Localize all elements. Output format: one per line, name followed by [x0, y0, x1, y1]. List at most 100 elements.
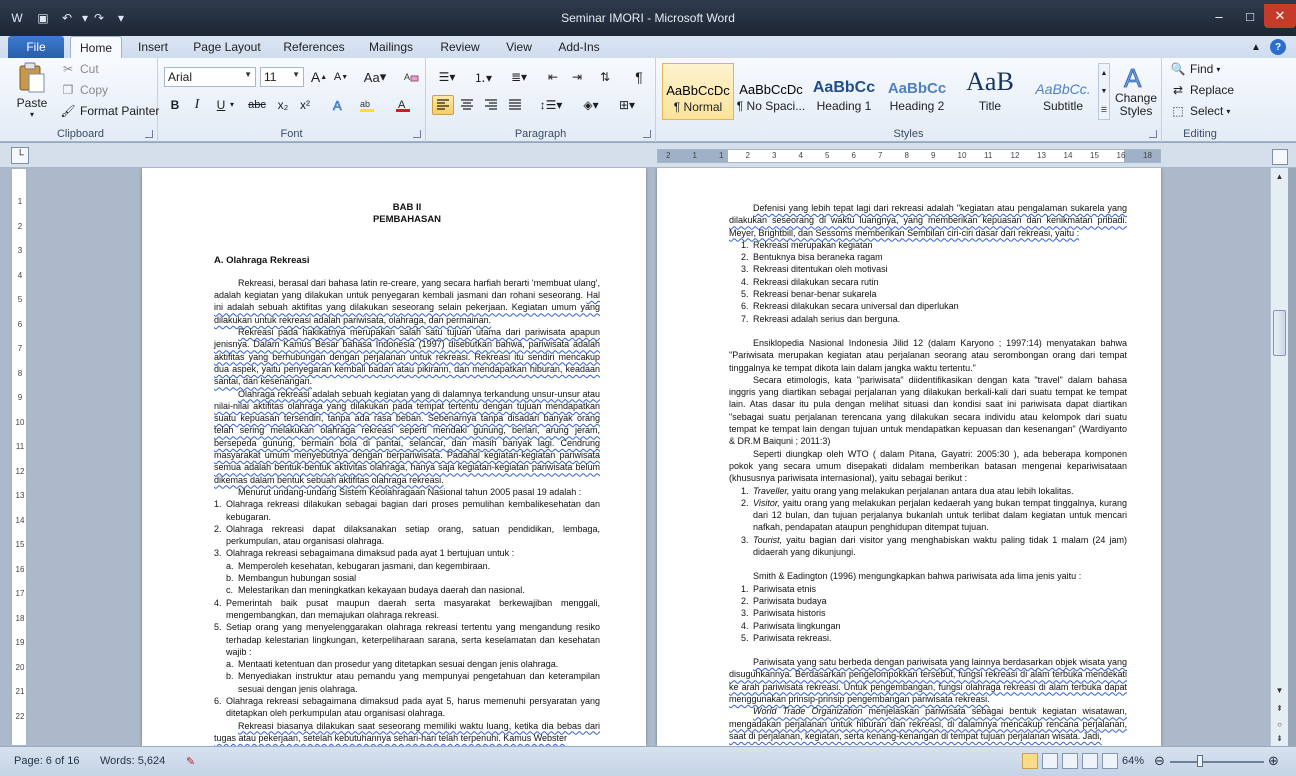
- strikethrough-button[interactable]: abc: [244, 95, 270, 115]
- list-text: Rekreasi ditentukan oleh motivasi: [753, 263, 1127, 275]
- format-painter-button[interactable]: 🖌 Format Painter: [60, 104, 159, 118]
- font-name-combo[interactable]: Arial ▼: [164, 67, 256, 87]
- line-spacing-icon[interactable]: ↕☰▾: [536, 95, 566, 115]
- zoom-slider[interactable]: [1170, 761, 1264, 763]
- font-size-value: 11: [264, 70, 277, 84]
- document-page[interactable]: BAB II PEMBAHASAN A. Olahraga Rekreasi R…: [142, 168, 646, 746]
- scroll-down-icon[interactable]: ▼: [1271, 682, 1288, 698]
- more-styles-icon[interactable]: ☰: [1101, 106, 1107, 114]
- minimize-button[interactable]: –: [1202, 4, 1236, 28]
- ruler-tick: 10: [957, 151, 967, 160]
- draft-icon[interactable]: [1102, 753, 1118, 769]
- horizontal-ruler[interactable]: 2 1 1 2 3 4 5 6 7 8 9 10 11 12 13 14 15 16 18: [657, 149, 1161, 163]
- show-formatting-icon[interactable]: ¶: [628, 67, 650, 87]
- copy-button[interactable]: ❐ Copy: [60, 83, 108, 97]
- subscript-button[interactable]: x₂: [272, 95, 294, 115]
- scrollbar-thumb[interactable]: [1273, 310, 1286, 356]
- bold-button[interactable]: B: [164, 95, 186, 115]
- tab-page-layout[interactable]: Page Layout: [186, 36, 268, 58]
- sort-icon[interactable]: ⇅: [594, 67, 616, 87]
- font-size-combo[interactable]: 11 ▼: [260, 67, 304, 87]
- numbering-icon[interactable]: ⒈▾: [468, 67, 498, 87]
- scroll-up-icon[interactable]: ▲: [1271, 168, 1288, 184]
- close-button[interactable]: ✕: [1264, 4, 1296, 28]
- multilevel-list-icon[interactable]: ≣▾: [504, 67, 534, 87]
- text-effects-icon[interactable]: A: [328, 95, 350, 115]
- underline-button[interactable]: U: [210, 95, 232, 115]
- cut-button[interactable]: ✂ Cut: [60, 62, 99, 76]
- styles-dialog-launcher[interactable]: [1149, 130, 1157, 138]
- tab-home[interactable]: Home: [70, 36, 122, 58]
- justify-icon[interactable]: [504, 95, 526, 115]
- shrink-font-button[interactable]: A ▼: [330, 67, 352, 87]
- tab-view[interactable]: View: [498, 36, 540, 58]
- proofing-icon[interactable]: ✎: [186, 755, 195, 768]
- paste-dropdown-icon[interactable]: ▾: [30, 110, 34, 119]
- style-title[interactable]: AaB Title: [954, 63, 1026, 120]
- paragraph-dialog-launcher[interactable]: [643, 130, 651, 138]
- align-left-icon[interactable]: [432, 95, 454, 115]
- full-screen-reading-icon[interactable]: [1042, 753, 1058, 769]
- outline-icon[interactable]: [1082, 753, 1098, 769]
- web-layout-icon[interactable]: [1062, 753, 1078, 769]
- tab-selector[interactable]: └: [11, 147, 29, 164]
- clipboard-dialog-launcher[interactable]: [145, 130, 153, 138]
- change-case-icon: Aa: [363, 69, 380, 85]
- vertical-ruler[interactable]: 1 2 3 4 5 6 7 8 9 10 11 12 13 14 15 16 17 18 19 20 21 22: [11, 168, 27, 746]
- style-normal[interactable]: AaBbCcDc ¶ Normal: [662, 63, 734, 120]
- paste-button[interactable]: Paste ▾: [12, 62, 52, 120]
- next-page-icon[interactable]: ⇟: [1271, 730, 1288, 746]
- style-subtitle[interactable]: AaBbCc. Subtitle: [1027, 63, 1099, 120]
- vertical-scrollbar[interactable]: ▲ ▼ ⇞ ○ ⇟: [1270, 168, 1288, 746]
- ruler-tick: 20: [15, 662, 25, 672]
- tab-mailings[interactable]: Mailings: [360, 36, 422, 58]
- decrease-indent-icon[interactable]: ⇤: [542, 67, 564, 87]
- minimize-ribbon-icon[interactable]: ▲: [1248, 39, 1264, 55]
- zoom-in-icon[interactable]: ⊕: [1268, 753, 1279, 769]
- shading-icon[interactable]: ◈▾: [576, 95, 606, 115]
- previous-page-icon[interactable]: ⇞: [1271, 700, 1288, 716]
- zoom-slider-thumb[interactable]: [1197, 755, 1203, 767]
- select-button[interactable]: ⬚ Select ▾: [1170, 104, 1230, 118]
- chevron-up-icon[interactable]: ▲: [1101, 70, 1108, 77]
- style-heading-2[interactable]: AaBbCc Heading 2: [881, 63, 953, 120]
- page-count[interactable]: Page: 6 of 16: [14, 755, 79, 767]
- superscript-button[interactable]: x²: [294, 95, 316, 115]
- borders-icon[interactable]: ⊞▾: [612, 95, 642, 115]
- find-button[interactable]: 🔍 Find ▾: [1170, 62, 1221, 76]
- view-ruler-icon[interactable]: [1272, 149, 1288, 165]
- list-text: Olahraga rekreasi sebagaimana dimaksud p…: [226, 547, 600, 559]
- style-heading-1[interactable]: AaBbCc Heading 1: [808, 63, 880, 120]
- align-center-icon[interactable]: [456, 95, 478, 115]
- help-icon[interactable]: ?: [1270, 39, 1286, 55]
- word-count[interactable]: Words: 5,624: [100, 755, 165, 767]
- document-workspace[interactable]: 1 2 3 4 5 6 7 8 9 10 11 12 13 14 15 16 17 18 19 20 21 22 BAB …: [0, 168, 1270, 746]
- tab-references[interactable]: References: [278, 36, 350, 58]
- underline-dropdown-icon[interactable]: ▾: [230, 100, 234, 109]
- increase-indent-icon[interactable]: ⇥: [566, 67, 588, 87]
- change-styles-button[interactable]: A Change Styles: [1114, 62, 1158, 122]
- styles-scroll[interactable]: ▲ ▼ ☰: [1098, 63, 1110, 120]
- highlight-icon[interactable]: ab: [356, 95, 378, 115]
- copy-label: Copy: [80, 83, 109, 97]
- replace-button[interactable]: ⇄ Replace: [1170, 83, 1234, 97]
- zoom-out-icon[interactable]: ⊖: [1154, 753, 1165, 769]
- style-no-spacing[interactable]: AaBbCcDc ¶ No Spaci...: [735, 63, 807, 120]
- tab-review[interactable]: Review: [432, 36, 488, 58]
- align-right-icon[interactable]: [480, 95, 502, 115]
- font-dialog-launcher[interactable]: [413, 130, 421, 138]
- file-tab[interactable]: File: [8, 36, 64, 58]
- chevron-down-icon[interactable]: ▼: [1101, 88, 1108, 95]
- maximize-button[interactable]: □: [1236, 4, 1264, 28]
- tab-add-ins[interactable]: Add-Ins: [550, 36, 608, 58]
- bullets-icon[interactable]: ☰▾: [432, 67, 462, 87]
- change-case-button[interactable]: Aa ▾: [360, 67, 390, 87]
- clear-formatting-icon[interactable]: A: [400, 67, 422, 87]
- tab-insert[interactable]: Insert: [130, 36, 176, 58]
- print-layout-icon[interactable]: [1022, 753, 1038, 769]
- grow-font-button[interactable]: A ▲: [308, 67, 330, 87]
- italic-button[interactable]: I: [186, 95, 208, 115]
- zoom-level[interactable]: 64%: [1122, 755, 1144, 767]
- document-page[interactable]: Defenisi yang lebih tepat lagi dari rekr…: [657, 168, 1161, 746]
- font-color-icon[interactable]: A: [392, 95, 414, 115]
